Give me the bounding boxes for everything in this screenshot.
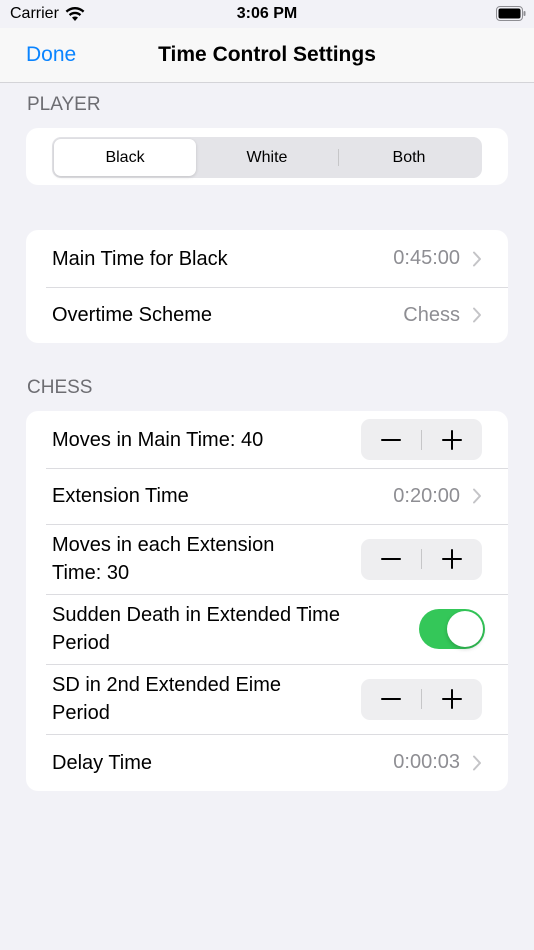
toggle-knob bbox=[447, 611, 483, 647]
battery-icon bbox=[496, 6, 526, 21]
segment-black[interactable]: Black bbox=[54, 139, 196, 176]
moves-main-time-stepper bbox=[361, 419, 482, 460]
status-time: 3:06 PM bbox=[236, 5, 298, 22]
row-moves-main-time: Moves in Main Time: 40 bbox=[26, 411, 508, 468]
segment-label: Black bbox=[105, 148, 145, 166]
chevron-right-icon bbox=[473, 488, 481, 504]
increment-button[interactable] bbox=[422, 419, 482, 460]
plus-icon bbox=[442, 549, 462, 569]
segment-label: White bbox=[246, 148, 288, 166]
delay-time-value: 0:00:03 bbox=[393, 751, 460, 773]
minus-icon bbox=[381, 438, 401, 441]
player-card: Black White Both bbox=[26, 128, 508, 185]
plus-icon bbox=[442, 689, 462, 709]
segment-white[interactable]: White bbox=[196, 139, 338, 176]
sudden-death-label: Sudden Death in Extended Time Period bbox=[52, 601, 340, 657]
minus-icon bbox=[381, 698, 401, 700]
increment-button[interactable] bbox=[422, 539, 482, 580]
sudden-death-toggle[interactable] bbox=[419, 609, 485, 649]
row-main-time[interactable]: Main Time for Black 0:45:00 bbox=[26, 230, 508, 287]
sd-second-label: SD in 2nd Extended Eime Period bbox=[52, 671, 281, 727]
decrement-button[interactable] bbox=[361, 419, 421, 460]
section-header-chess: CHESS bbox=[27, 377, 93, 398]
minus-icon bbox=[381, 558, 401, 560]
chevron-right-icon bbox=[473, 755, 481, 770]
sd-second-stepper bbox=[361, 678, 482, 720]
sudden-death-label-line2: Period bbox=[52, 632, 110, 654]
segment-label: Both bbox=[392, 148, 426, 166]
navigation-bar: Done Time Control Settings bbox=[0, 28, 534, 83]
row-moves-extension: Moves in each Extension Time: 30 bbox=[26, 524, 508, 594]
increment-button[interactable] bbox=[422, 679, 482, 720]
overtime-scheme-value: Chess bbox=[403, 303, 460, 326]
segment-both[interactable]: Both bbox=[338, 139, 480, 176]
row-overtime-scheme[interactable]: Overtime Scheme Chess bbox=[26, 287, 508, 343]
extension-time-value: 0:20:00 bbox=[393, 484, 460, 507]
row-delay-time[interactable]: Delay Time 0:00:03 bbox=[26, 734, 508, 791]
status-bar: Carrier 3:06 PM bbox=[0, 0, 534, 28]
main-time-value: 0:45:00 bbox=[393, 247, 460, 269]
row-extension-time[interactable]: Extension Time 0:20:00 bbox=[26, 468, 508, 524]
main-time-card: Main Time for Black 0:45:00 Overtime Sch… bbox=[26, 230, 508, 343]
overtime-scheme-label: Overtime Scheme bbox=[52, 304, 213, 326]
moves-extension-label: Moves in each Extension Time: 30 bbox=[52, 531, 274, 587]
sd-second-label-line2: Period bbox=[52, 702, 110, 724]
moves-extension-stepper bbox=[361, 538, 482, 580]
row-sudden-death: Sudden Death in Extended Time Period bbox=[26, 594, 508, 664]
main-time-label: Main Time for Black bbox=[52, 247, 228, 270]
row-sd-second-extended: SD in 2nd Extended Eime Period bbox=[26, 664, 508, 734]
extension-time-label: Extension Time bbox=[52, 485, 189, 507]
moves-extension-label-line1: Moves in each Extension bbox=[52, 534, 275, 556]
chevron-right-icon bbox=[473, 307, 481, 323]
chess-card: Moves in Main Time: 40 Extension Time 0:… bbox=[26, 411, 508, 791]
moves-main-time-label: Moves in Main Time: 40 bbox=[52, 428, 264, 451]
decrement-button[interactable] bbox=[361, 679, 421, 720]
chevron-right-icon bbox=[473, 251, 481, 266]
page-title: Time Control Settings bbox=[158, 43, 376, 66]
plus-icon bbox=[442, 429, 462, 450]
sudden-death-label-line1: Sudden Death in Extended Time bbox=[52, 604, 340, 626]
delay-time-label: Delay Time bbox=[52, 751, 153, 774]
moves-extension-label-line2: Time: 30 bbox=[52, 562, 130, 584]
decrement-button[interactable] bbox=[361, 539, 421, 580]
player-segmented-control: Black White Both bbox=[52, 137, 482, 178]
sd-second-label-line1: SD in 2nd Extended Eime bbox=[52, 674, 282, 696]
section-header-player: PLAYER bbox=[27, 94, 101, 115]
